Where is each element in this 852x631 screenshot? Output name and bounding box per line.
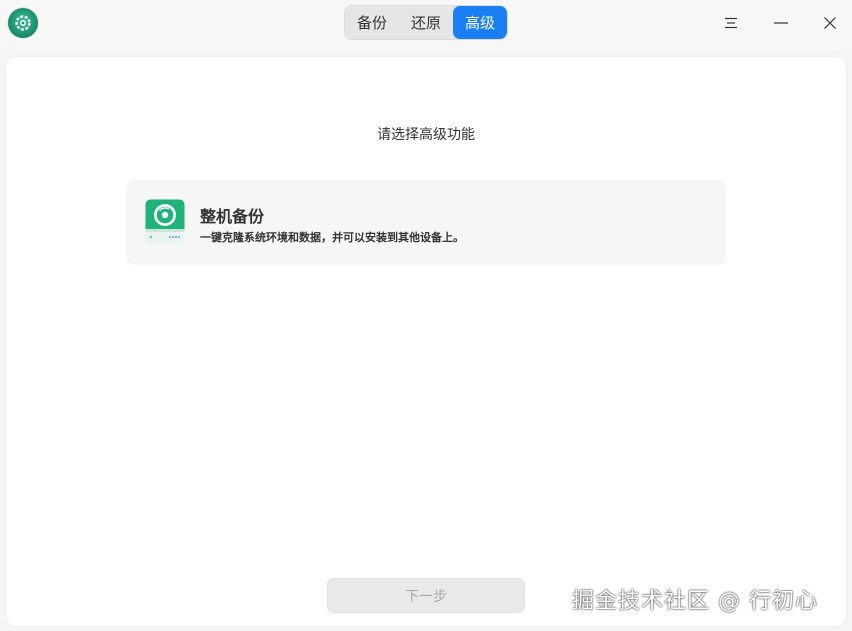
- mode-tabs: 备份 还原 高级: [344, 5, 508, 40]
- option-full-backup[interactable]: 整机备份 一键克隆系统环境和数据，并可以安装到其他设备上。: [126, 180, 726, 265]
- menu-button[interactable]: [714, 8, 748, 38]
- close-icon: [824, 17, 836, 29]
- hamburger-menu-icon: [725, 17, 737, 29]
- title-bar: 备份 还原 高级: [0, 0, 852, 50]
- tab-advanced[interactable]: 高级: [453, 6, 507, 39]
- tab-restore[interactable]: 还原: [399, 6, 453, 39]
- option-title: 整机备份: [200, 207, 265, 226]
- app-window: 备份 还原 高级 请选择高级功能 整机备份 一键克隆系统环境和数据，并可以安装到…: [0, 0, 852, 631]
- option-description: 一键克隆系统环境和数据，并可以安装到其他设备上。: [200, 231, 464, 244]
- app-logo-icon: [8, 8, 38, 38]
- close-button[interactable]: [813, 8, 847, 38]
- disk-backup-icon: [145, 199, 185, 245]
- next-button[interactable]: 下一步: [327, 578, 525, 613]
- minimize-icon: [774, 22, 788, 24]
- page-heading: 请选择高级功能: [377, 127, 475, 143]
- minimize-button[interactable]: [764, 8, 798, 38]
- tab-backup[interactable]: 备份: [345, 6, 399, 39]
- watermark: 掘金技术社区 @ 行初心: [572, 589, 818, 614]
